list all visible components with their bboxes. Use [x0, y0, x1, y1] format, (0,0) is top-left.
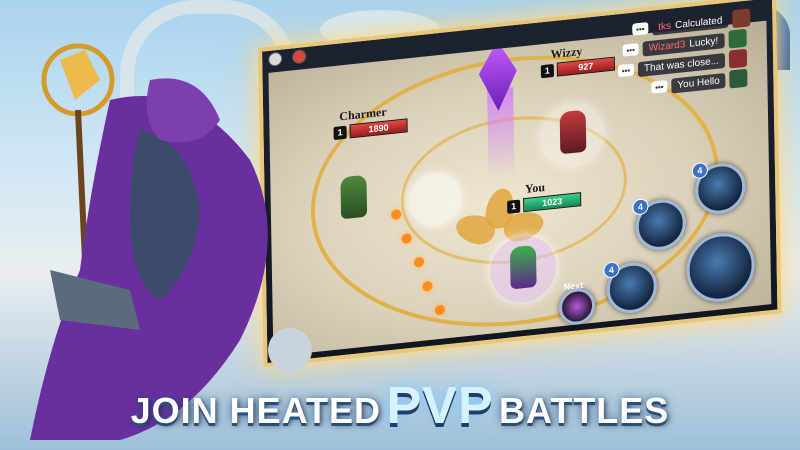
charmer-hero[interactable]: [340, 174, 368, 220]
avatar: [732, 8, 751, 29]
chat-bubble-icon: •••: [617, 63, 635, 78]
gauntlet-fist: [268, 328, 312, 372]
headline-part-2: PVP: [386, 377, 494, 435]
chat-bubble-icon: •••: [622, 43, 639, 57]
cooldown-badge: 4: [603, 261, 620, 279]
chat-sender: tks: [658, 20, 672, 33]
promo-scene: Charmer 1 1890 Wizzy 1 927 You 1 1023 ••…: [0, 0, 800, 450]
chat-bubble-icon: •••: [651, 80, 668, 94]
chat-text: You Hello: [677, 75, 720, 91]
level-badge: 1: [540, 63, 554, 78]
avatar: [729, 68, 748, 89]
magic-staff-head: [60, 50, 100, 100]
staff-shaft: [75, 109, 88, 261]
chat-sender: Wizard3: [648, 38, 686, 54]
headline-part-3: BATTLES: [499, 390, 670, 431]
next-label: Next: [563, 279, 584, 292]
cooldown-badge: 4: [632, 198, 649, 216]
headline-part-1: JOIN HEATED: [130, 390, 382, 431]
cooldown-badge: 4: [691, 161, 709, 180]
chat-bubble-icon: •••: [632, 22, 649, 36]
wizzy-hero[interactable]: [559, 109, 587, 155]
chat-text: Calculated: [674, 14, 723, 31]
avatar: [728, 28, 747, 49]
player-name: You: [524, 179, 546, 197]
player-hero[interactable]: [509, 244, 537, 290]
chat-text: Lucky!: [689, 35, 719, 50]
headline: JOIN HEATED PVP BATTLES: [0, 376, 800, 436]
level-badge: 1: [507, 199, 521, 214]
avatar: [728, 48, 748, 69]
